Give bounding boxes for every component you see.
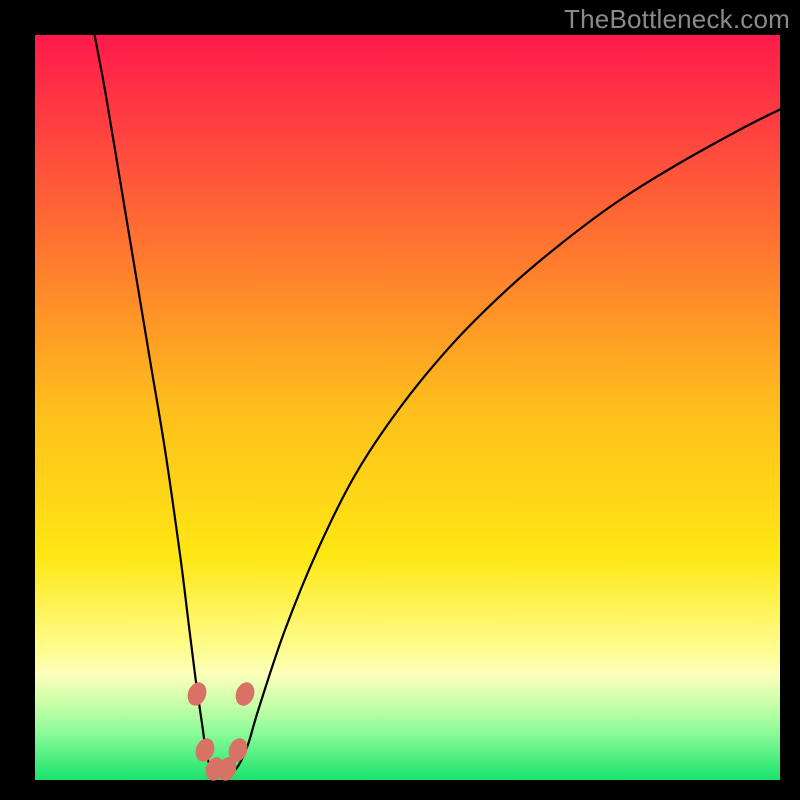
watermark-text: TheBottleneck.com bbox=[564, 4, 790, 35]
plot-area bbox=[35, 35, 780, 780]
bottleneck-curve bbox=[95, 35, 780, 776]
curve-layer bbox=[35, 35, 780, 780]
chart-frame: TheBottleneck.com bbox=[0, 0, 800, 800]
